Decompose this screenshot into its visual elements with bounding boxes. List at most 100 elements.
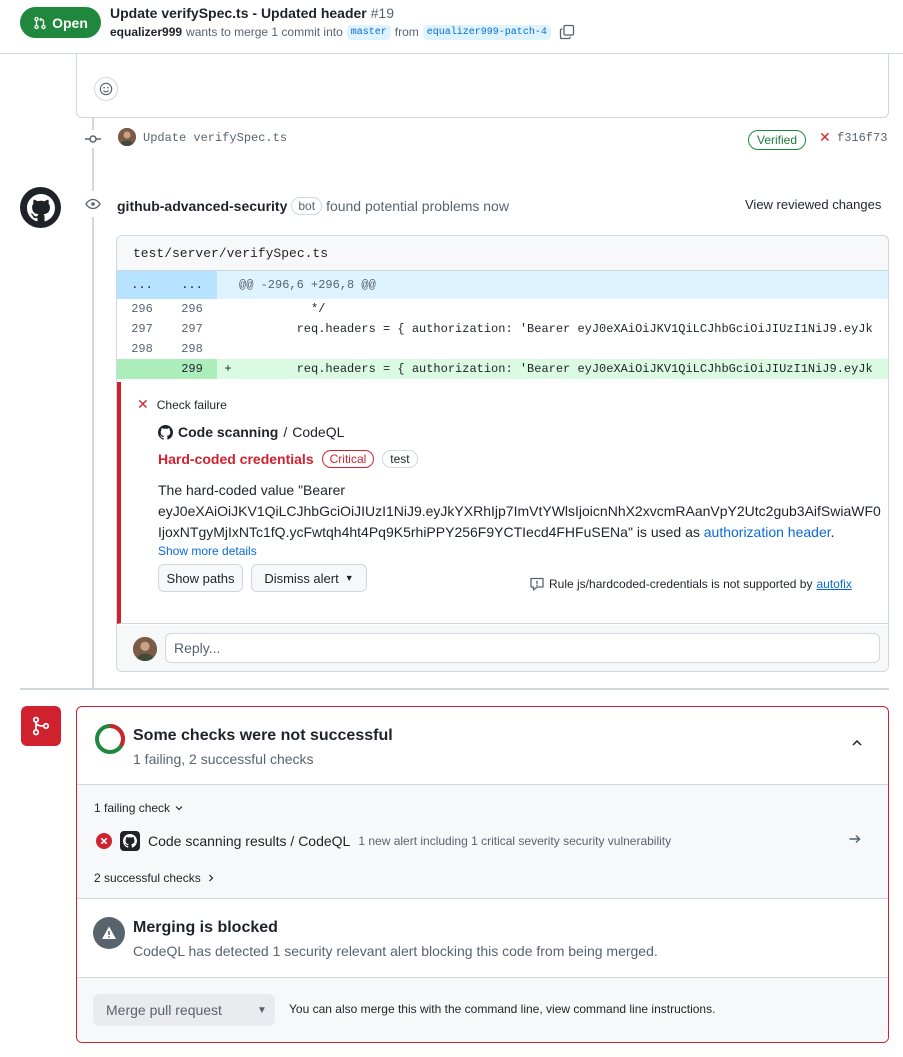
tool-sep: / — [283, 424, 288, 440]
github-logo-icon — [158, 424, 173, 440]
show-paths-label: Show paths — [166, 570, 235, 586]
merge-blocked-title: Merging is blocked — [133, 919, 278, 936]
review-comment-card: test/server/verifySpec.ts ... ... @@ -29… — [116, 235, 889, 672]
alert-title-row: Hard-coded credentials Critical test — [158, 450, 418, 468]
review-actor-link[interactable]: github-advanced-security — [117, 198, 287, 214]
new-line-number[interactable]: 296 — [167, 299, 217, 319]
diff-sign — [217, 339, 239, 359]
reply-row: Reply... — [117, 625, 888, 671]
merge-button-label: Merge pull request — [106, 1002, 222, 1018]
failing-check-name: Code scanning results / CodeQL — [148, 833, 351, 849]
new-line-number[interactable]: 299 — [167, 359, 217, 379]
merge-text: wants to merge 1 commit into — [186, 25, 343, 39]
dismiss-alert-button[interactable]: Dismiss alert ▼ — [251, 564, 367, 592]
pr-title-text: Update verifySpec.ts - Updated header — [110, 5, 367, 21]
command-line-note[interactable]: You can also merge this with the command… — [289, 1002, 715, 1016]
commit-check-failed-icon[interactable]: ✕ — [819, 129, 831, 146]
test-tag-badge: test — [382, 450, 418, 468]
failing-check-description: 1 new alert including 1 critical severit… — [358, 834, 672, 848]
commit-author-avatar[interactable] — [118, 128, 136, 146]
verified-badge[interactable]: Verified — [748, 130, 807, 150]
code-text: req.headers = { authorization: 'Bearer e… — [239, 322, 873, 336]
merge-status-icon — [21, 706, 61, 746]
pull-request-icon — [34, 16, 46, 29]
alert-desc-line: IjoxNTgyMjIxNTc1fQ.ycFwtqh4ht4Pq9K5rhiPP… — [158, 522, 888, 543]
pr-author-link[interactable]: equalizer999 — [110, 25, 182, 39]
view-reviewed-changes-link[interactable]: View reviewed changes — [745, 197, 881, 212]
alert-title-link[interactable]: Hard-coded credentials — [158, 451, 314, 467]
diff-sign — [217, 319, 239, 339]
successful-checks-toggle[interactable]: 2 successful checks — [94, 871, 217, 885]
pr-subtitle: equalizer999 wants to merge 1 commit int… — [110, 24, 575, 40]
successful-checks-label: 2 successful checks — [94, 871, 201, 885]
x-icon: ✕ — [137, 396, 149, 412]
merge-blocked-description: CodeQL has detected 1 security relevant … — [133, 943, 658, 959]
failing-check-row[interactable]: Code scanning results / CodeQL 1 new ale… — [96, 831, 671, 851]
checks-summary: 1 failing, 2 successful checks — [133, 751, 314, 767]
diff-sign — [217, 299, 239, 319]
checks-donut-icon — [95, 724, 125, 754]
check-failure-label: Check failure — [156, 397, 227, 412]
code-text: */ — [239, 302, 326, 316]
failing-checks-label: 1 failing check — [94, 801, 171, 815]
add-reaction-button[interactable] — [94, 77, 118, 101]
copy-icon[interactable] — [559, 24, 575, 40]
commit-sha-link[interactable]: f316f73 — [837, 131, 887, 145]
github-bot-avatar[interactable] — [20, 187, 61, 228]
github-logo-icon — [120, 831, 140, 851]
old-line-number[interactable]: 297 — [117, 319, 167, 339]
alert-desc-line: eyJ0eXAiOiJKV1QiLCJhbGciOiJIUzI1NiJ9.eyJ… — [158, 503, 881, 519]
comment-alert-icon — [530, 577, 544, 591]
state-label: Open — [52, 14, 88, 31]
code-line: 296 296 */ — [117, 299, 888, 319]
arrow-right-icon[interactable] — [847, 831, 863, 847]
autofix-text: Rule js/hardcoded-credentials is not sup… — [549, 577, 813, 591]
chevron-right-icon — [208, 874, 214, 882]
commit-node-icon — [84, 130, 102, 148]
show-paths-button[interactable]: Show paths — [158, 564, 243, 592]
code-text: req.headers = { authorization: 'Bearer e… — [239, 362, 873, 376]
autofix-link[interactable]: autofix — [816, 577, 851, 591]
hunk-header-row: ... ... @@ -296,6 +296,8 @@ — [117, 271, 888, 299]
new-line-number[interactable]: 297 — [167, 319, 217, 339]
check-failure-status: ✕ Check failure — [137, 396, 227, 413]
pr-title: Update verifySpec.ts - Updated header #1… — [110, 5, 394, 21]
file-path-header[interactable]: test/server/verifySpec.ts — [117, 236, 888, 271]
old-line-number[interactable]: 298 — [117, 339, 167, 359]
old-line-number[interactable]: 296 — [117, 299, 167, 319]
code-scanning-alert: ✕ Check failure Code scanning / CodeQL H… — [117, 382, 888, 624]
old-line-number[interactable] — [117, 359, 167, 379]
merge-pull-request-button[interactable]: Merge pull request ▼ — [93, 994, 275, 1026]
review-action-text: found potential problems now — [326, 198, 509, 214]
autofix-note: Rule js/hardcoded-credentials is not sup… — [529, 576, 852, 592]
current-user-avatar — [133, 637, 157, 661]
pr-number: #19 — [370, 5, 394, 21]
diff-sign: + — [224, 362, 232, 376]
head-branch[interactable]: equalizer999-patch-4 — [422, 24, 551, 40]
checks-summary-header[interactable]: Some checks were not successful 1 failin… — [77, 707, 888, 785]
smiley-icon — [99, 82, 113, 96]
review-header: github-advanced-security bot found poten… — [117, 197, 509, 215]
expand-up-button[interactable]: ... — [117, 271, 167, 299]
github-logo-icon — [26, 193, 55, 221]
timeline-separator — [20, 688, 889, 690]
caret-down-icon[interactable]: ▼ — [249, 1005, 275, 1016]
show-more-details-link[interactable]: Show more details — [158, 544, 257, 558]
expand-down-button[interactable]: ... — [167, 271, 217, 299]
from-text: from — [394, 25, 419, 39]
code-line: 297 297 req.headers = { authorization: '… — [117, 319, 888, 339]
severity-badge: Critical — [321, 450, 375, 468]
commit-message-link[interactable]: Update verifySpec.ts — [143, 131, 287, 145]
code-line: 298 298 — [117, 339, 888, 359]
alert-desc-end: . — [830, 524, 835, 540]
reply-input[interactable]: Reply... — [165, 633, 880, 663]
git-merge-icon — [32, 716, 50, 736]
new-line-number[interactable]: 298 — [167, 339, 217, 359]
alert-icon — [93, 917, 125, 949]
chevron-up-icon[interactable] — [849, 735, 865, 751]
authorization-header-link[interactable]: authorization header — [704, 524, 831, 540]
base-branch[interactable]: master — [346, 24, 391, 40]
failing-checks-toggle[interactable]: 1 failing check — [94, 801, 185, 815]
caret-down-icon: ▼ — [344, 573, 354, 583]
